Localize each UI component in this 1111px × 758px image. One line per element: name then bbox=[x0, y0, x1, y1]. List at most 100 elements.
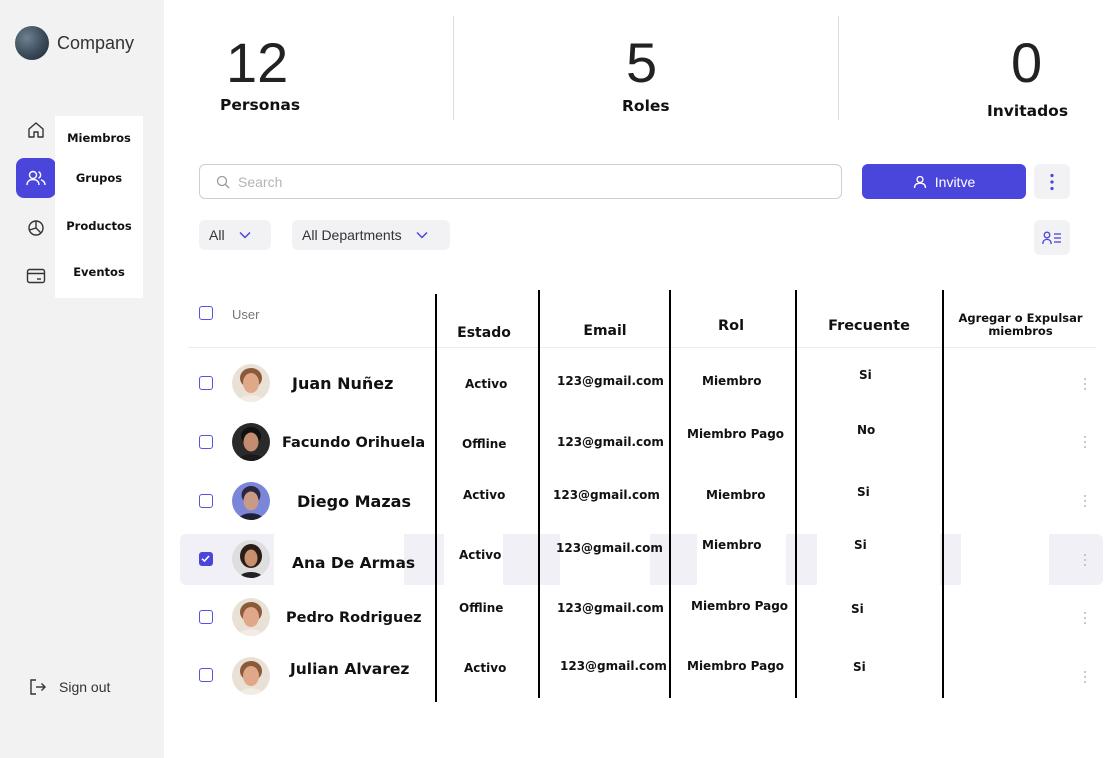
kebab-menu-icon bbox=[1084, 554, 1086, 566]
header-divider bbox=[188, 347, 1096, 348]
row-checkbox[interactable] bbox=[199, 610, 213, 624]
submenu-item-eventos[interactable]: Eventos bbox=[55, 265, 143, 279]
card-icon bbox=[26, 268, 46, 284]
avatar bbox=[232, 598, 270, 636]
avatar-image bbox=[232, 540, 270, 578]
company-logo bbox=[15, 26, 49, 60]
filter-departments-label: All Departments bbox=[302, 227, 402, 243]
signout-icon bbox=[30, 679, 46, 695]
header-rol: Rol bbox=[717, 318, 745, 334]
header-agregar-expulsar: Agregar o Expulsar miembros bbox=[948, 312, 1093, 338]
stat-roles-label: Roles bbox=[622, 97, 670, 115]
row-rol: Miembro Pago bbox=[687, 427, 785, 441]
row-estado: Offline bbox=[462, 437, 507, 451]
row-email[interactable]: 123@gmail.com bbox=[556, 541, 663, 555]
signout-button[interactable]: Sign out bbox=[29, 678, 110, 696]
search-icon bbox=[216, 175, 230, 188]
check-icon bbox=[201, 555, 210, 563]
invite-label: Invitve bbox=[934, 173, 976, 190]
filter-all-label: All bbox=[209, 227, 225, 243]
stat-invitados-value: 0 bbox=[1011, 31, 1043, 94]
avatar-image bbox=[232, 598, 270, 636]
nav-billing[interactable] bbox=[16, 256, 56, 296]
avatar bbox=[232, 423, 270, 461]
row-checkbox[interactable] bbox=[199, 494, 213, 508]
row-actions-button[interactable] bbox=[1082, 670, 1088, 684]
row-actions-button[interactable] bbox=[1082, 553, 1088, 567]
row-rol: Miembro bbox=[706, 488, 766, 502]
column-divider bbox=[795, 290, 797, 698]
header-email: Email bbox=[583, 323, 627, 339]
submenu-item-productos[interactable]: Productos bbox=[55, 219, 143, 233]
row-rol: Miembro bbox=[702, 374, 762, 388]
submenu-item-grupos[interactable]: Grupos bbox=[55, 171, 143, 185]
kebab-menu-icon bbox=[1050, 173, 1054, 190]
row-name: Julian Alvarez bbox=[290, 660, 410, 678]
header-agregar-line2: miembros bbox=[988, 324, 1053, 338]
row-name: Juan Nuñez bbox=[292, 374, 394, 393]
nav-home[interactable] bbox=[16, 110, 56, 150]
row-actions-button[interactable] bbox=[1082, 377, 1088, 391]
row-checkbox[interactable] bbox=[199, 435, 213, 449]
kebab-menu-icon bbox=[1084, 671, 1086, 683]
avatar-image bbox=[232, 423, 270, 461]
nav-analytics[interactable] bbox=[16, 208, 56, 248]
row-email[interactable]: 123@gmail.com bbox=[553, 488, 660, 502]
row-actions-button[interactable] bbox=[1082, 611, 1088, 625]
row-frecuente: Si bbox=[853, 660, 866, 674]
kebab-menu-icon bbox=[1084, 378, 1086, 390]
row-checkbox[interactable] bbox=[199, 376, 213, 390]
filter-all-dropdown[interactable]: All bbox=[199, 220, 271, 250]
brand[interactable]: Company bbox=[15, 26, 134, 60]
row-rol: Miembro bbox=[702, 538, 762, 552]
row-frecuente: Si bbox=[854, 538, 867, 552]
row-email[interactable]: 123@gmail.com bbox=[557, 374, 664, 388]
row-frecuente: Si bbox=[859, 368, 872, 382]
filter-departments-dropdown[interactable]: All Departments bbox=[292, 220, 450, 250]
avatar bbox=[232, 657, 270, 695]
row-name: Facundo Orihuela bbox=[282, 435, 426, 451]
stat-invitados-label: Invitados bbox=[987, 102, 1069, 120]
avatar-image bbox=[232, 657, 270, 695]
stat-divider bbox=[838, 16, 839, 120]
column-divider bbox=[669, 290, 671, 698]
selected-row-highlight bbox=[503, 534, 560, 585]
stat-personas-value: 12 bbox=[226, 31, 289, 94]
user-icon bbox=[913, 175, 926, 188]
column-divider bbox=[435, 294, 437, 702]
row-estado: Activo bbox=[459, 548, 502, 562]
row-email[interactable]: 123@gmail.com bbox=[560, 659, 667, 673]
list-view-button[interactable] bbox=[1034, 220, 1070, 255]
header-frecuente: Frecuente bbox=[828, 318, 910, 334]
row-email[interactable]: 123@gmail.com bbox=[557, 601, 664, 615]
avatar bbox=[232, 364, 270, 402]
avatar bbox=[232, 540, 270, 578]
search-input[interactable] bbox=[238, 173, 798, 190]
row-estado: Offline bbox=[459, 601, 504, 615]
selected-row-highlight bbox=[1049, 534, 1103, 585]
select-all-checkbox[interactable] bbox=[199, 306, 213, 320]
stat-roles-value: 5 bbox=[626, 31, 658, 94]
column-divider bbox=[538, 290, 540, 698]
company-name: Company bbox=[57, 32, 135, 53]
submenu-item-miembros[interactable]: Miembros bbox=[55, 131, 143, 145]
invite-button[interactable]: Invitve bbox=[862, 164, 1026, 199]
row-name: Diego Mazas bbox=[297, 492, 411, 511]
row-rol: Miembro Pago bbox=[691, 599, 789, 613]
row-email[interactable]: 123@gmail.com bbox=[557, 435, 664, 449]
row-actions-button[interactable] bbox=[1082, 435, 1088, 449]
signout-label: Sign out bbox=[59, 679, 111, 695]
stat-personas-label: Personas bbox=[220, 96, 301, 114]
avatar-image bbox=[232, 482, 270, 520]
search-bar[interactable] bbox=[199, 164, 842, 199]
row-rol: Miembro Pago bbox=[687, 659, 785, 673]
avatar bbox=[232, 482, 270, 520]
row-checkbox[interactable] bbox=[199, 668, 213, 682]
more-options-button[interactable] bbox=[1034, 164, 1070, 199]
row-actions-button[interactable] bbox=[1082, 494, 1088, 508]
nav-members[interactable] bbox=[16, 158, 56, 198]
row-checkbox-checked[interactable] bbox=[199, 552, 213, 566]
row-frecuente: Si bbox=[857, 485, 870, 499]
stat-divider bbox=[453, 16, 454, 120]
row-frecuente: No bbox=[857, 423, 876, 437]
